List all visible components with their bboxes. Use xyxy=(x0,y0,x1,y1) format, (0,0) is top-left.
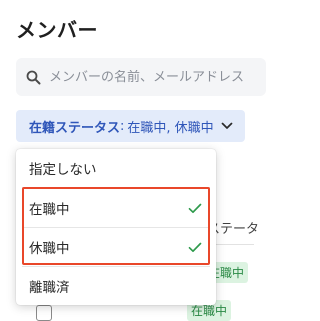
option-employed[interactable]: 在職中 xyxy=(16,189,216,227)
chevron-down-icon xyxy=(221,122,233,129)
search-input[interactable] xyxy=(49,69,266,85)
option-unspecified[interactable]: 指定しない xyxy=(16,149,216,187)
option-label: 離職済 xyxy=(29,280,70,296)
option-label: 休職中 xyxy=(29,241,70,257)
search-icon xyxy=(26,70,41,84)
option-on-leave[interactable]: 休職中 xyxy=(16,228,216,266)
option-label: 指定しない xyxy=(29,162,97,178)
check-icon xyxy=(188,242,202,252)
row-checkbox[interactable] xyxy=(36,305,52,321)
filter-value: 在職中, 休職中 xyxy=(127,120,214,136)
status-dropdown: 指定しない 在職中 休職中 離職済 xyxy=(16,149,216,305)
check-icon xyxy=(188,203,202,213)
page-title: メンバー xyxy=(16,18,98,42)
status-filter-chip[interactable]: 在籍ステータス : 在職中, 休職中 xyxy=(16,110,245,142)
option-label: 在職中 xyxy=(29,202,70,218)
filter-label: 在籍ステータス xyxy=(29,120,121,136)
option-divider xyxy=(22,187,210,188)
search-box[interactable] xyxy=(16,58,266,96)
option-resigned[interactable]: 離職済 xyxy=(16,267,216,305)
filter-separator: : xyxy=(120,118,125,134)
